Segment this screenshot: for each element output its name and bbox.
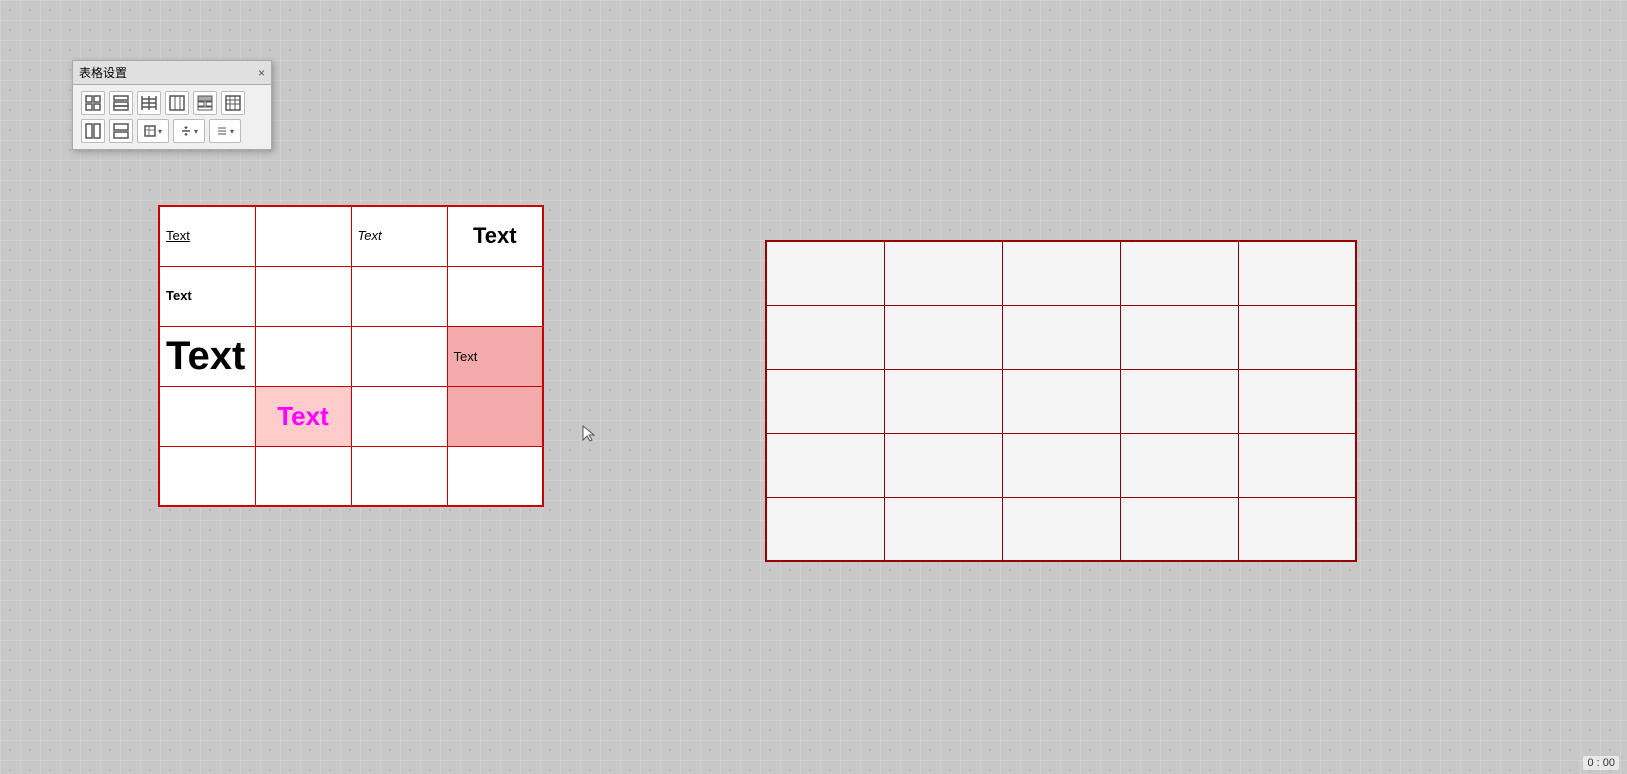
table-cell[interactable]	[1238, 305, 1356, 369]
table-cell-r1c0[interactable]: Text	[159, 266, 255, 326]
table-cell[interactable]	[1238, 497, 1356, 561]
table-right-wrap	[765, 240, 1357, 562]
table-cell-r2c2[interactable]	[351, 326, 447, 386]
cell-text-bold-label: Text	[166, 288, 192, 303]
table-cell-r0c3[interactable]: Text	[447, 206, 543, 266]
table-cell[interactable]	[766, 497, 884, 561]
toolbar-body: ▾ ▾ ▾	[73, 85, 271, 149]
table-cell[interactable]	[1002, 241, 1120, 305]
cursor	[581, 424, 595, 438]
table-row	[766, 369, 1356, 433]
table-cell-r3c0[interactable]	[159, 386, 255, 446]
timer-label: 0 : 00	[1587, 757, 1615, 769]
table-cell[interactable]	[884, 497, 1002, 561]
table-cell-r1c2[interactable]	[351, 266, 447, 326]
table-cell[interactable]	[1002, 433, 1120, 497]
table-row	[766, 433, 1356, 497]
tb-btn-halign-dropdown[interactable]: ▾	[209, 119, 241, 143]
table-cell-r2c1[interactable]	[255, 326, 351, 386]
cell-text-magenta: Text	[277, 401, 329, 431]
toolbar-row-2: ▾ ▾ ▾	[81, 119, 263, 143]
table-cell[interactable]	[766, 305, 884, 369]
table-cell-r4c3[interactable]	[447, 446, 543, 506]
tb-btn-table1[interactable]	[81, 91, 105, 115]
table-cell-r0c0[interactable]: Text	[159, 206, 255, 266]
cell-text-underline: Text	[166, 228, 190, 243]
table-cell[interactable]	[1238, 241, 1356, 305]
table-cell[interactable]	[884, 241, 1002, 305]
table-cell-r0c1[interactable]	[255, 206, 351, 266]
tb-btn-merge[interactable]	[81, 119, 105, 143]
table-cell[interactable]	[884, 305, 1002, 369]
table-cell-r3c2[interactable]	[351, 386, 447, 446]
cell-text-big: Text	[166, 334, 245, 378]
table-cell-r1c3[interactable]	[447, 266, 543, 326]
tb-btn-table4[interactable]	[165, 91, 189, 115]
table-row	[766, 305, 1356, 369]
table-row: Text Text	[159, 326, 543, 386]
cell-text-pink: Text	[454, 349, 478, 364]
toolbar-close-button[interactable]: ×	[258, 66, 265, 80]
tb-btn-table3[interactable]	[137, 91, 161, 115]
table-cell[interactable]	[766, 433, 884, 497]
table-cell-r4c0[interactable]	[159, 446, 255, 506]
table-cell[interactable]	[1120, 305, 1238, 369]
table-cell[interactable]	[884, 369, 1002, 433]
table-cell[interactable]	[1002, 497, 1120, 561]
table-cell[interactable]	[1120, 433, 1238, 497]
tb-btn-border-dropdown[interactable]: ▾	[137, 119, 169, 143]
table-cell-r2c0[interactable]: Text	[159, 326, 255, 386]
table-left-wrap: Text Text Text Text	[158, 205, 544, 507]
table-cell-r4c2[interactable]	[351, 446, 447, 506]
tb-btn-valign-dropdown[interactable]: ▾	[173, 119, 205, 143]
table-row: Text Text Text	[159, 206, 543, 266]
table-row	[159, 446, 543, 506]
table-cell[interactable]	[1120, 241, 1238, 305]
table-row: Text	[159, 266, 543, 326]
table-cell-r4c1[interactable]	[255, 446, 351, 506]
table-cell[interactable]	[1238, 369, 1356, 433]
table-cell[interactable]	[1002, 369, 1120, 433]
toolbar-panel: 表格设置 ×	[72, 60, 272, 150]
tb-btn-table2[interactable]	[109, 91, 133, 115]
table-cell-r0c2[interactable]: Text	[351, 206, 447, 266]
table-cell[interactable]	[1238, 433, 1356, 497]
table-cell[interactable]	[884, 433, 1002, 497]
table-cell[interactable]	[766, 369, 884, 433]
table-row: Text	[159, 386, 543, 446]
tb-btn-table5[interactable]	[193, 91, 217, 115]
table-cell[interactable]	[766, 241, 884, 305]
table-row	[766, 497, 1356, 561]
table-cell-r3c3[interactable]	[447, 386, 543, 446]
toolbar-row-1	[81, 91, 263, 115]
toolbar-title: 表格设置	[79, 64, 127, 81]
tb-btn-table6[interactable]	[221, 91, 245, 115]
table-left[interactable]: Text Text Text Text	[158, 205, 544, 507]
timer: 0 : 00	[1583, 756, 1619, 770]
cell-text-large: Text	[473, 223, 517, 248]
table-cell[interactable]	[1120, 497, 1238, 561]
table-cell-r3c1-magenta[interactable]: Text	[255, 386, 351, 446]
table-cell-r1c1[interactable]	[255, 266, 351, 326]
cell-text-italic: Text	[358, 228, 382, 243]
table-row	[766, 241, 1356, 305]
table-cell[interactable]	[1120, 369, 1238, 433]
table-cell-r2c3-pink[interactable]: Text	[447, 326, 543, 386]
toolbar-title-bar: 表格设置 ×	[73, 61, 271, 85]
table-cell[interactable]	[1002, 305, 1120, 369]
tb-btn-split[interactable]	[109, 119, 133, 143]
table-right[interactable]	[765, 240, 1357, 562]
